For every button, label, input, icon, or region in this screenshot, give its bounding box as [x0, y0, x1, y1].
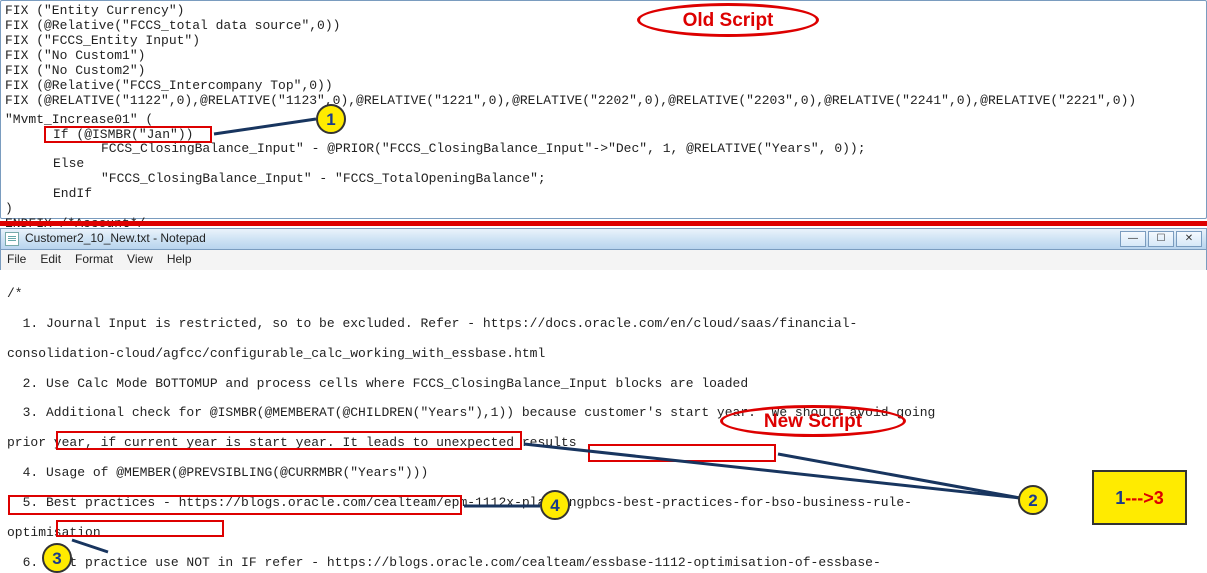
- code-line: 1. Journal Input is restricted, so to be…: [7, 317, 1200, 332]
- code-line: consolidation-cloud/agfcc/configurable_c…: [7, 347, 1200, 362]
- legend-arrow: --->: [1125, 489, 1154, 507]
- new-script-label: New Script: [764, 412, 862, 431]
- menu-view[interactable]: View: [127, 253, 153, 267]
- code-line: EndIf: [5, 187, 1202, 202]
- menu-help[interactable]: Help: [167, 253, 192, 267]
- code-line: 6. Best practice use NOT in IF refer - h…: [7, 556, 1200, 570]
- notepad-title: Customer2_10_New.txt - Notepad: [25, 232, 206, 246]
- code-line: FCCS_ClosingBalance_Input" - @PRIOR("FCC…: [5, 142, 1202, 157]
- code-line: FIX ("FCCS_Entity Input"): [5, 34, 1202, 49]
- bubble-3: 3: [42, 543, 72, 573]
- notepad-menubar: File Edit Format View Help: [0, 250, 1207, 270]
- minimize-button[interactable]: —: [1120, 231, 1146, 247]
- code-line: ): [5, 202, 1202, 217]
- menu-format[interactable]: Format: [75, 253, 113, 267]
- old-script-oval: Old Script: [637, 3, 819, 37]
- highlight-fix-entity: [56, 431, 522, 450]
- notepad-icon: [5, 232, 19, 246]
- code-line: "FCCS_ClosingBalance_Input" - "FCCS_Tota…: [5, 172, 1202, 187]
- code-line: FIX (@Relative("FCCS_total data source",…: [5, 19, 1202, 34]
- old-script-panel: FIX ("Entity Currency") FIX (@Relative("…: [0, 0, 1207, 219]
- bubble-1: 1: [316, 104, 346, 134]
- code-line: Else: [5, 157, 1202, 172]
- menu-file[interactable]: File: [7, 253, 26, 267]
- close-button[interactable]: ✕: [1176, 231, 1202, 247]
- code-line: /*: [7, 287, 1200, 302]
- notepad-window: Customer2_10_New.txt - Notepad — ☐ ✕ Fil…: [0, 228, 1207, 570]
- code-line: FIX ("No Custom2"): [5, 64, 1202, 79]
- legend-left: 1: [1115, 489, 1125, 507]
- legend-right: 3: [1154, 489, 1164, 507]
- highlight-new-if: [56, 520, 224, 537]
- bubble-2: 2: [1018, 485, 1048, 515]
- code-line: FIX (@Relative("FCCS_Intercompany Top",0…: [5, 79, 1202, 94]
- code-line: FIX (@RELATIVE("1122",0),@RELATIVE("1123…: [5, 94, 1202, 109]
- code-line: 2. Use Calc Mode BOTTOMUP and process ce…: [7, 377, 1200, 392]
- code-line: 4. Usage of @MEMBER(@PREVSIBLING(@CURRMB…: [7, 466, 1200, 481]
- highlight-old-if: [44, 126, 212, 143]
- old-script-label: Old Script: [683, 11, 774, 30]
- window-buttons: — ☐ ✕: [1118, 231, 1202, 247]
- panel-separator: [0, 221, 1207, 226]
- highlight-journal-input: [588, 444, 776, 462]
- code-line: FIX ("No Custom1"): [5, 49, 1202, 64]
- new-script-oval: New Script: [720, 405, 906, 437]
- code-line: FIX ("Entity Currency"): [5, 4, 1202, 19]
- highlight-calcmode: [8, 495, 462, 515]
- menu-edit[interactable]: Edit: [40, 253, 61, 267]
- code-line: 3. Additional check for @ISMBR(@MEMBERAT…: [7, 406, 1200, 421]
- bubble-4: 4: [540, 490, 570, 520]
- legend-box: 1 ---> 3: [1092, 470, 1187, 525]
- maximize-button[interactable]: ☐: [1148, 231, 1174, 247]
- notepad-titlebar[interactable]: Customer2_10_New.txt - Notepad — ☐ ✕: [0, 228, 1207, 250]
